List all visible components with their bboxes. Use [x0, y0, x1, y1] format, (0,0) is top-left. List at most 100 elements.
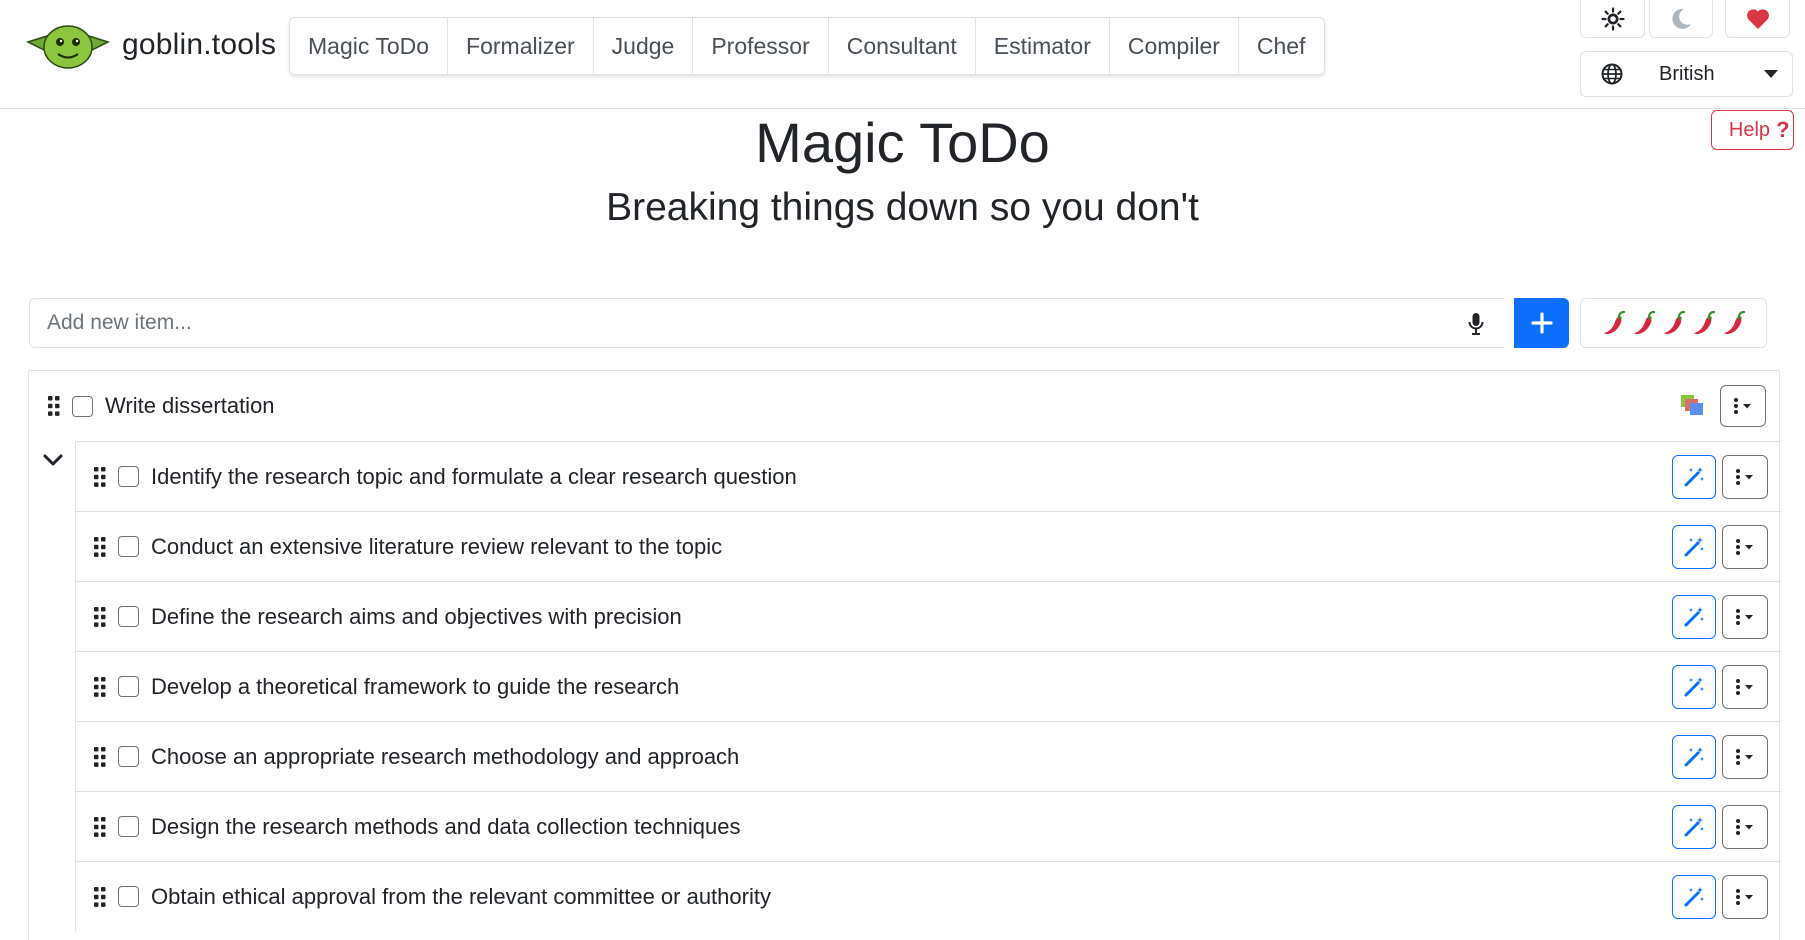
subtask-options-button[interactable] [1722, 455, 1768, 499]
subtask-text[interactable]: Conduct an extensive literature review r… [151, 534, 722, 560]
task-options-button[interactable] [1720, 385, 1766, 427]
magic-breakdown-button[interactable] [1672, 455, 1716, 499]
subtask-row: Develop a theoretical framework to guide… [75, 651, 1781, 721]
subtask-checkbox[interactable] [118, 746, 139, 767]
subtask-row: Define the research aims and objectives … [75, 581, 1781, 651]
tab-judge[interactable]: Judge [593, 18, 694, 74]
add-item-group [29, 298, 1504, 348]
subtask-options-button[interactable] [1722, 665, 1768, 709]
tool-tabs: Magic ToDo Formalizer Judge Professor Co… [289, 17, 1325, 75]
drag-handle-icon[interactable] [94, 536, 106, 557]
subtask-text[interactable]: Develop a theoretical framework to guide… [151, 674, 679, 700]
tab-chef[interactable]: Chef [1238, 18, 1324, 74]
add-item-input[interactable] [47, 311, 1407, 335]
sun-icon [1600, 6, 1625, 31]
tab-consultant[interactable]: Consultant [828, 18, 976, 74]
chevron-down-icon [1764, 70, 1778, 78]
subtask-text[interactable]: Obtain ethical approval from the relevan… [151, 884, 771, 910]
kebab-menu-icon [1736, 679, 1753, 695]
subtask-row: Obtain ethical approval from the relevan… [75, 861, 1781, 931]
drag-handle-icon[interactable] [94, 746, 106, 767]
subtask-checkbox[interactable] [118, 466, 139, 487]
support-button[interactable] [1725, 0, 1790, 38]
page-subtitle: Breaking things down so you don't [606, 186, 1199, 229]
page-title: Magic ToDo [755, 111, 1050, 174]
kebab-menu-icon [1736, 819, 1753, 835]
magic-breakdown-button[interactable] [1672, 525, 1716, 569]
chili-pepper-icon[interactable] [1661, 310, 1687, 336]
microphone-icon[interactable] [1468, 312, 1484, 336]
collapse-chevron-icon[interactable] [43, 453, 63, 467]
dark-mode-button[interactable] [1649, 0, 1713, 38]
drag-handle-icon[interactable] [94, 606, 106, 627]
kebab-menu-icon [1736, 469, 1753, 485]
subtask-checkbox[interactable] [118, 536, 139, 557]
subtask-options-button[interactable] [1722, 525, 1768, 569]
add-item-button[interactable] [1514, 298, 1569, 348]
subtask-row: Identify the research topic and formulat… [75, 441, 1781, 511]
drag-handle-icon[interactable] [94, 676, 106, 697]
magic-breakdown-button[interactable] [1672, 735, 1716, 779]
subtask-row: Conduct an extensive literature review r… [75, 511, 1781, 581]
magic-wand-icon [1684, 817, 1704, 837]
chili-pepper-icon[interactable] [1601, 310, 1627, 336]
subtask-text[interactable]: Design the research methods and data col… [151, 814, 740, 840]
task-checkbox[interactable] [72, 395, 93, 417]
subtask-options-button[interactable] [1722, 595, 1768, 639]
subtask-checkbox[interactable] [118, 676, 139, 697]
brand-link[interactable]: goblin.tools [26, 20, 276, 70]
subtask-row: Design the research methods and data col… [75, 791, 1781, 861]
spiciness-selector[interactable] [1580, 298, 1767, 348]
categories-icon[interactable] [1681, 395, 1705, 415]
tab-compiler[interactable]: Compiler [1109, 18, 1239, 74]
drag-handle-icon[interactable] [94, 816, 106, 837]
magic-wand-icon [1684, 887, 1704, 907]
kebab-menu-icon [1736, 749, 1753, 765]
kebab-menu-icon [1734, 398, 1751, 414]
task-text[interactable]: Write dissertation [105, 393, 275, 419]
language-selected: British [1659, 62, 1715, 85]
moon-icon [1672, 8, 1691, 29]
magic-wand-icon [1684, 537, 1704, 557]
kebab-menu-icon [1736, 539, 1753, 555]
tab-formalizer[interactable]: Formalizer [448, 18, 594, 74]
tab-magic-todo[interactable]: Magic ToDo [290, 18, 449, 74]
magic-breakdown-button[interactable] [1672, 665, 1716, 709]
drag-handle-icon[interactable] [48, 396, 60, 416]
light-mode-button[interactable] [1580, 0, 1645, 38]
subtask-checkbox[interactable] [118, 886, 139, 907]
heart-icon [1746, 8, 1769, 29]
magic-breakdown-button[interactable] [1672, 595, 1716, 639]
brand-name: goblin.tools [122, 28, 277, 61]
subtask-text[interactable]: Define the research aims and objectives … [151, 604, 682, 630]
subtask-checkbox[interactable] [118, 606, 139, 627]
language-select[interactable]: British [1580, 51, 1793, 97]
magic-breakdown-button[interactable] [1672, 805, 1716, 849]
chili-pepper-icon[interactable] [1721, 310, 1747, 336]
subtask-checkbox[interactable] [118, 816, 139, 837]
subtask-options-button[interactable] [1722, 875, 1768, 919]
subtask-text[interactable]: Choose an appropriate research methodolo… [151, 744, 739, 770]
chili-pepper-icon[interactable] [1691, 310, 1717, 336]
kebab-menu-icon [1736, 889, 1753, 905]
globe-icon [1601, 63, 1623, 85]
subtask-row: Choose an appropriate research methodolo… [75, 721, 1781, 791]
tab-professor[interactable]: Professor [693, 18, 829, 74]
subtask-options-button[interactable] [1722, 735, 1768, 779]
tab-estimator[interactable]: Estimator [975, 18, 1110, 74]
subtask-options-button[interactable] [1722, 805, 1768, 849]
task-row-parent: Write dissertation [29, 371, 1779, 441]
drag-handle-icon[interactable] [94, 466, 106, 487]
top-navbar: goblin.tools Magic ToDo Formalizer Judge… [0, 0, 1805, 109]
magic-wand-icon [1684, 747, 1704, 767]
subtask-text[interactable]: Identify the research topic and formulat… [151, 464, 797, 490]
magic-wand-icon [1684, 467, 1704, 487]
goblin-logo [26, 25, 110, 69]
subtask-list: Identify the research topic and formulat… [75, 441, 1781, 931]
chili-pepper-icon[interactable] [1631, 310, 1657, 336]
magic-wand-icon [1684, 607, 1704, 627]
magic-breakdown-button[interactable] [1672, 875, 1716, 919]
plus-icon [1530, 312, 1553, 334]
drag-handle-icon[interactable] [94, 886, 106, 907]
magic-wand-icon [1684, 677, 1704, 697]
